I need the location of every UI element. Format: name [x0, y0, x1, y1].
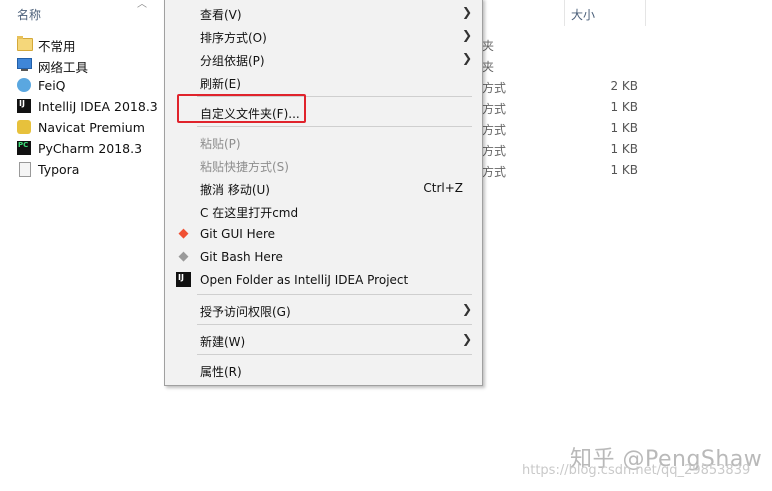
- file-type: 夹: [482, 39, 495, 53]
- menu-item-git-gui[interactable]: ◆ Git GUI Here: [166, 223, 481, 245]
- file-size: 1 KB: [610, 163, 638, 177]
- intellij-icon: [176, 272, 191, 287]
- menu-separator: [197, 354, 472, 355]
- chevron-right-icon: ❯: [461, 28, 472, 42]
- file-name: PyCharm 2018.3: [38, 141, 143, 156]
- file-name: 不常用: [38, 39, 76, 54]
- column-name-header[interactable]: 名称: [17, 6, 41, 23]
- folder-icon: [17, 36, 33, 51]
- highlight-annotation: [177, 94, 306, 123]
- menu-item-refresh[interactable]: 刷新(E): [166, 71, 481, 93]
- typora-icon: [19, 162, 31, 177]
- file-name: Typora: [38, 162, 80, 177]
- file-name: FeiQ: [38, 78, 66, 93]
- chevron-right-icon: ❯: [461, 51, 472, 65]
- menu-item-undo[interactable]: 撤消 移动(U) Ctrl+Z: [166, 177, 481, 199]
- file-type: 方式: [482, 81, 507, 95]
- menu-separator: [197, 294, 472, 295]
- menu-item-grant-access[interactable]: 授予访问权限(G) ❯: [166, 299, 481, 321]
- file-name: 网络工具: [38, 60, 89, 75]
- watermark-url: https://blog.csdn.net/qq_29853839: [522, 463, 751, 478]
- menu-item-properties[interactable]: 属性(R): [166, 359, 481, 381]
- menu-item-open-idea[interactable]: Open Folder as IntelliJ IDEA Project: [166, 269, 481, 291]
- menu-item-paste[interactable]: 粘贴(P): [166, 131, 481, 153]
- menu-separator: [197, 126, 472, 127]
- monitor-icon: [17, 58, 32, 71]
- menu-item-new[interactable]: 新建(W) ❯: [166, 329, 481, 351]
- sort-up-icon: ︿: [137, 0, 147, 10]
- navicat-icon: [17, 120, 31, 134]
- file-type: 方式: [482, 165, 507, 179]
- file-size: 1 KB: [610, 121, 638, 135]
- file-name: Navicat Premium: [38, 120, 145, 135]
- chevron-right-icon: ❯: [461, 5, 472, 19]
- menu-item-git-bash[interactable]: ◆ Git Bash Here: [166, 246, 481, 268]
- file-size: 1 KB: [610, 142, 638, 156]
- chevron-right-icon: ❯: [461, 302, 472, 316]
- git-icon: ◆: [178, 249, 189, 264]
- file-size: 1 KB: [610, 100, 638, 114]
- context-menu: 查看(V) ❯ 排序方式(O) ❯ 分组依据(P) ❯ 刷新(E) 自定义文件夹…: [164, 0, 483, 386]
- menu-item-paste-shortcut[interactable]: 粘贴快捷方式(S): [166, 154, 481, 176]
- file-type: 方式: [482, 102, 507, 116]
- pycharm-icon: [17, 141, 31, 155]
- column-divider[interactable]: [564, 0, 565, 26]
- file-name: IntelliJ IDEA 2018.3: [38, 99, 158, 114]
- menu-separator: [197, 324, 472, 325]
- column-size-header[interactable]: 大小: [571, 6, 595, 23]
- git-icon: ◆: [178, 226, 189, 241]
- intellij-icon: [17, 99, 31, 113]
- file-type: 夹: [482, 60, 495, 74]
- menu-item-view[interactable]: 查看(V) ❯: [166, 2, 481, 24]
- column-divider[interactable]: [645, 0, 646, 26]
- menu-item-sort[interactable]: 排序方式(O) ❯: [166, 25, 481, 47]
- file-type: 方式: [482, 123, 507, 137]
- menu-item-open-cmd[interactable]: C 在这里打开cmd: [166, 200, 481, 222]
- file-size: 2 KB: [610, 79, 638, 93]
- feiq-icon: [17, 78, 31, 92]
- menu-item-group[interactable]: 分组依据(P) ❯: [166, 48, 481, 70]
- chevron-right-icon: ❯: [461, 332, 472, 346]
- file-type: 方式: [482, 144, 507, 158]
- undo-shortcut: Ctrl+Z: [423, 181, 463, 195]
